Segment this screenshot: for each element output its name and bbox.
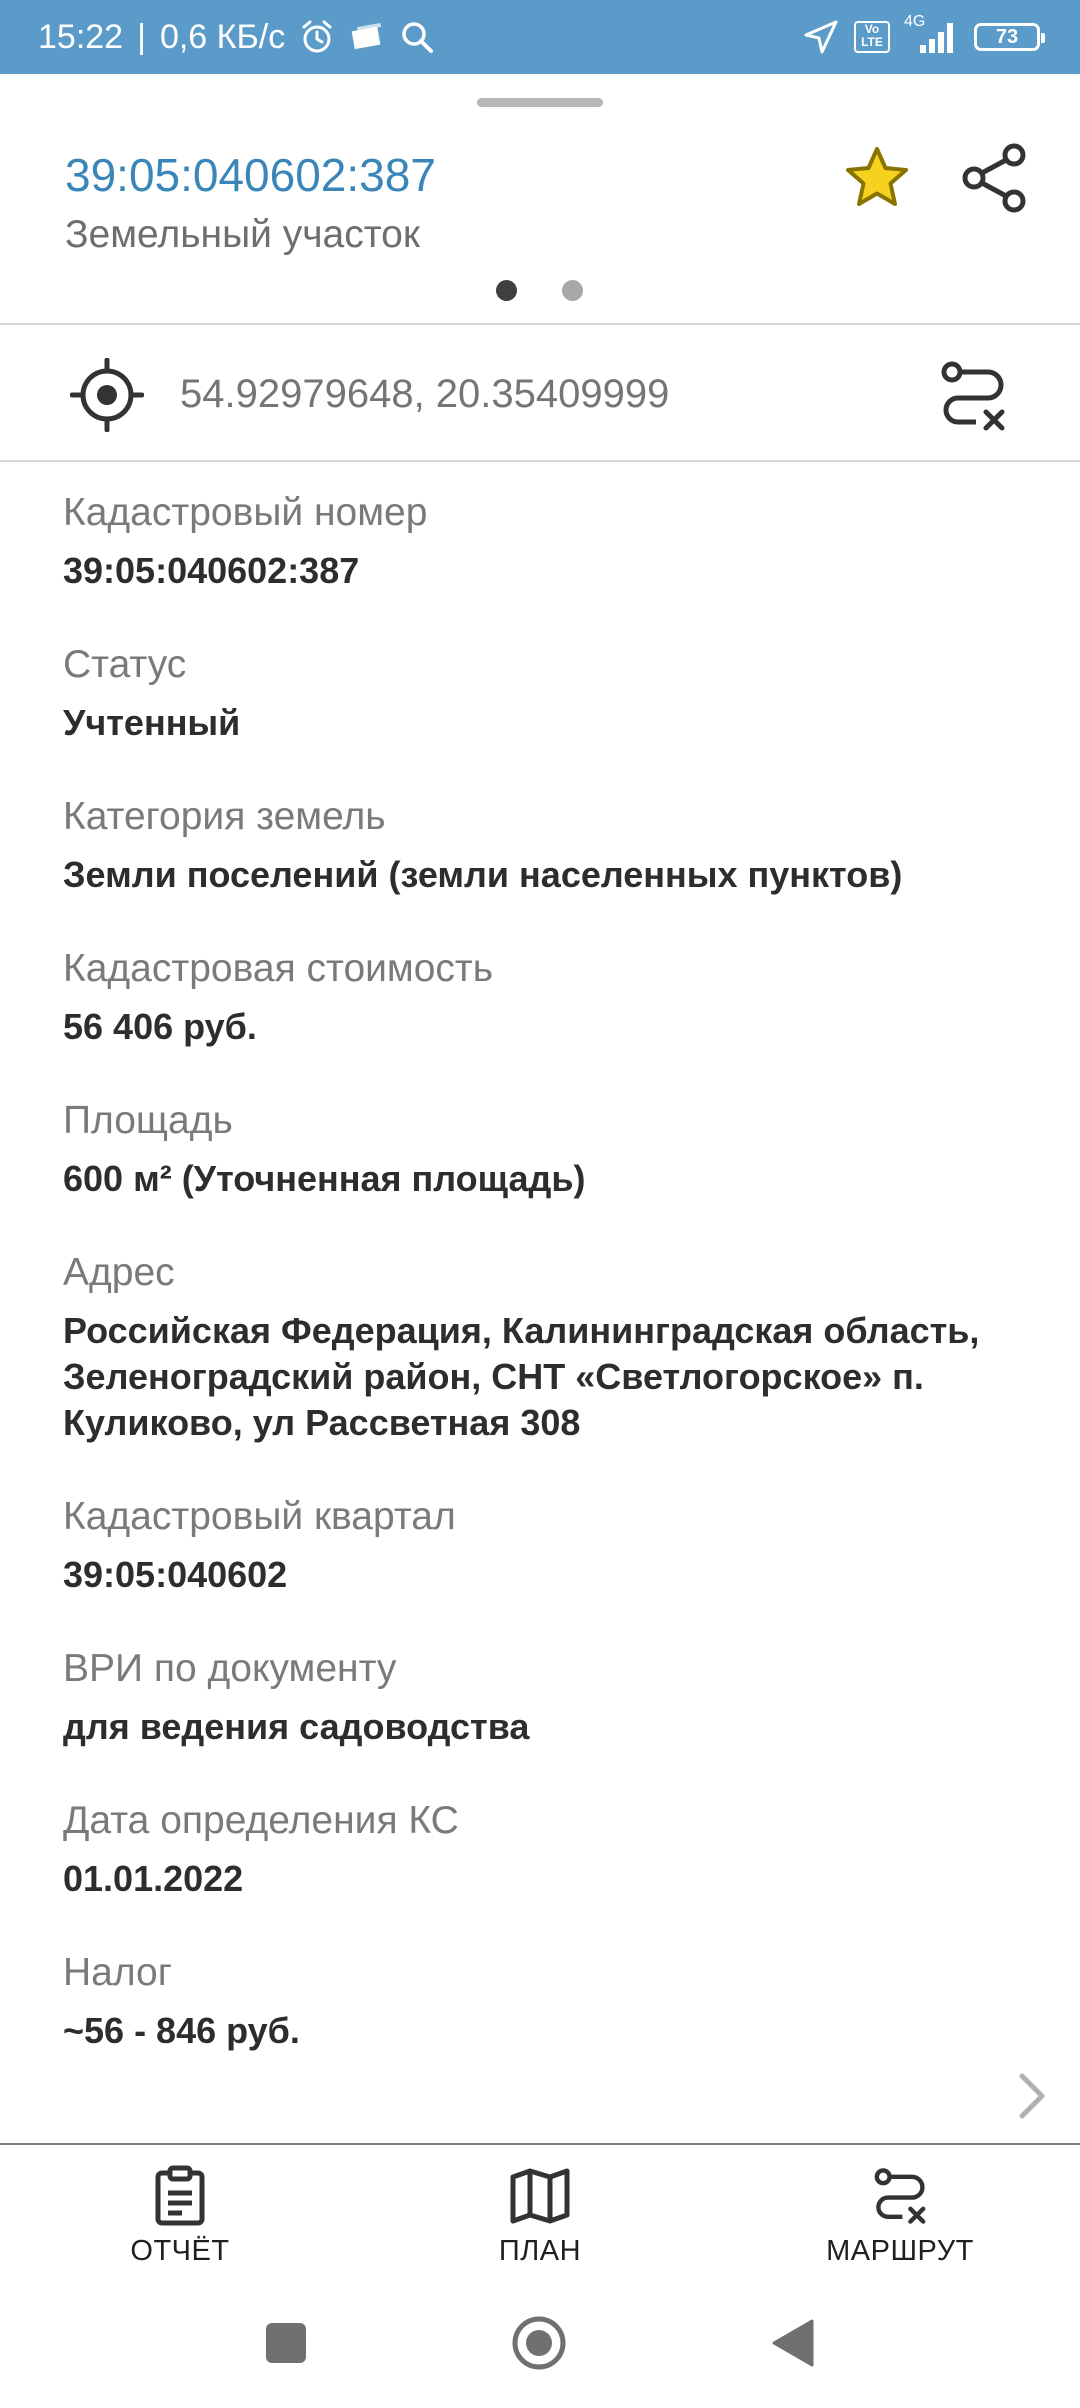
status-left: 15:22 | 0,6 КБ/с bbox=[38, 0, 435, 74]
route-cancel-icon bbox=[874, 2168, 926, 2224]
gallery-icon bbox=[351, 22, 382, 50]
location-arrow-icon bbox=[804, 20, 838, 54]
bottom-navigation: ОТЧЁТ ПЛАН МАРШРУТ bbox=[0, 2143, 1080, 2293]
property-tax[interactable]: Налог ~56 - 846 руб. bbox=[63, 1948, 1043, 2054]
property-cadastral-number: Кадастровый номер 39:05:040602:387 bbox=[63, 488, 1043, 594]
signal-icon bbox=[920, 23, 953, 53]
status-right: Vo LTE 4G 73 bbox=[802, 0, 1045, 74]
status-separator: | bbox=[137, 17, 146, 56]
property-value[interactable]: ~56 - 846 руб. bbox=[63, 2008, 1043, 2054]
page-subtitle: Земельный участок bbox=[65, 213, 420, 256]
property-label: Налог bbox=[63, 1951, 172, 1994]
home-button[interactable] bbox=[511, 2315, 567, 2371]
system-navigation-bar bbox=[0, 2293, 1080, 2408]
target-icon[interactable] bbox=[70, 358, 144, 432]
route-cancel-icon[interactable] bbox=[938, 358, 1008, 434]
property-label: Статус bbox=[63, 643, 187, 686]
chevron-right-icon[interactable] bbox=[1014, 2068, 1050, 2124]
clipboard-icon bbox=[155, 2165, 205, 2226]
search-icon bbox=[402, 22, 434, 53]
alarm-icon bbox=[302, 20, 332, 53]
volte-bottom: LTE bbox=[861, 35, 883, 49]
status-time: 15:22 bbox=[38, 17, 124, 56]
property-label: Кадастровый квартал bbox=[63, 1495, 456, 1538]
coordinates-text[interactable]: 54.92979648, 20.35409999 bbox=[180, 372, 669, 417]
property-land-category: Категория земель Земли поселений (земли … bbox=[63, 792, 1043, 898]
route-button[interactable]: МАРШРУТ bbox=[770, 2165, 1030, 2285]
property-value[interactable]: Российская Федерация, Калининградская об… bbox=[63, 1308, 1043, 1446]
drag-handle[interactable] bbox=[477, 98, 603, 107]
page-indicator-inactive[interactable] bbox=[562, 280, 583, 301]
divider-top bbox=[0, 323, 1080, 325]
page-indicator-active[interactable] bbox=[496, 280, 517, 301]
report-label: ОТЧЁТ bbox=[130, 2235, 230, 2267]
property-label: Дата определения КС bbox=[63, 1799, 459, 1842]
report-button[interactable]: ОТЧЁТ bbox=[50, 2165, 310, 2285]
property-value[interactable]: для ведения садоводства bbox=[63, 1704, 1043, 1750]
property-label: Площадь bbox=[63, 1099, 233, 1142]
back-button[interactable] bbox=[770, 2317, 816, 2369]
property-cadastral-value: Кадастровая стоимость 56 406 руб. bbox=[63, 944, 1043, 1050]
property-label: Категория земель bbox=[63, 795, 386, 838]
map-icon bbox=[510, 2168, 570, 2224]
recent-apps-button[interactable] bbox=[266, 2323, 306, 2363]
route-label: МАРШРУТ bbox=[826, 2235, 974, 2267]
star-icon[interactable] bbox=[842, 143, 912, 213]
volte-badge: Vo LTE bbox=[854, 21, 890, 53]
screen: 15:22 | 0,6 КБ/с Vo LTE 4G 73 39:05:0406… bbox=[0, 0, 1080, 2408]
share-icon[interactable] bbox=[960, 143, 1030, 213]
battery-icon: 73 bbox=[974, 23, 1045, 51]
property-value[interactable]: 39:05:040602 bbox=[63, 1552, 1043, 1598]
property-label: Кадастровый номер bbox=[63, 491, 428, 534]
property-label: Адрес bbox=[63, 1251, 175, 1294]
property-label: ВРИ по документу bbox=[63, 1647, 397, 1690]
divider-coordinates bbox=[0, 460, 1080, 462]
plan-label: ПЛАН bbox=[498, 2235, 582, 2267]
property-address: Адрес Российская Федерация, Калининградс… bbox=[63, 1248, 1043, 1446]
signal-group: 4G bbox=[904, 13, 960, 57]
property-label: Кадастровая стоимость bbox=[63, 947, 494, 990]
property-valuation-date: Дата определения КС 01.01.2022 bbox=[63, 1796, 1043, 1902]
status-speed: 0,6 КБ/с bbox=[159, 17, 286, 56]
property-area: Площадь 600 м² (Уточненная площадь) bbox=[63, 1096, 1043, 1202]
property-cadastral-quarter: Кадастровый квартал 39:05:040602 bbox=[63, 1492, 1043, 1598]
property-value[interactable]: 39:05:040602:387 bbox=[63, 548, 1043, 594]
property-value[interactable]: Земли поселений (земли населенных пункто… bbox=[63, 852, 1043, 898]
property-value[interactable]: 01.01.2022 bbox=[63, 1856, 1043, 1902]
status-bar: 15:22 | 0,6 КБ/с Vo LTE 4G 73 bbox=[0, 0, 1080, 74]
property-value[interactable]: 600 м² (Уточненная площадь) bbox=[63, 1156, 1043, 1202]
property-value[interactable]: Учтенный bbox=[63, 700, 1043, 746]
property-list: Кадастровый номер 39:05:040602:387 Стату… bbox=[63, 488, 1043, 2054]
plan-button[interactable]: ПЛАН bbox=[410, 2165, 670, 2285]
property-status: Статус Учтенный bbox=[63, 640, 1043, 746]
property-value[interactable]: 56 406 руб. bbox=[63, 1004, 1043, 1050]
property-permitted-use: ВРИ по документу для ведения садоводства bbox=[63, 1644, 1043, 1750]
page-title: 39:05:040602:387 bbox=[65, 149, 436, 201]
